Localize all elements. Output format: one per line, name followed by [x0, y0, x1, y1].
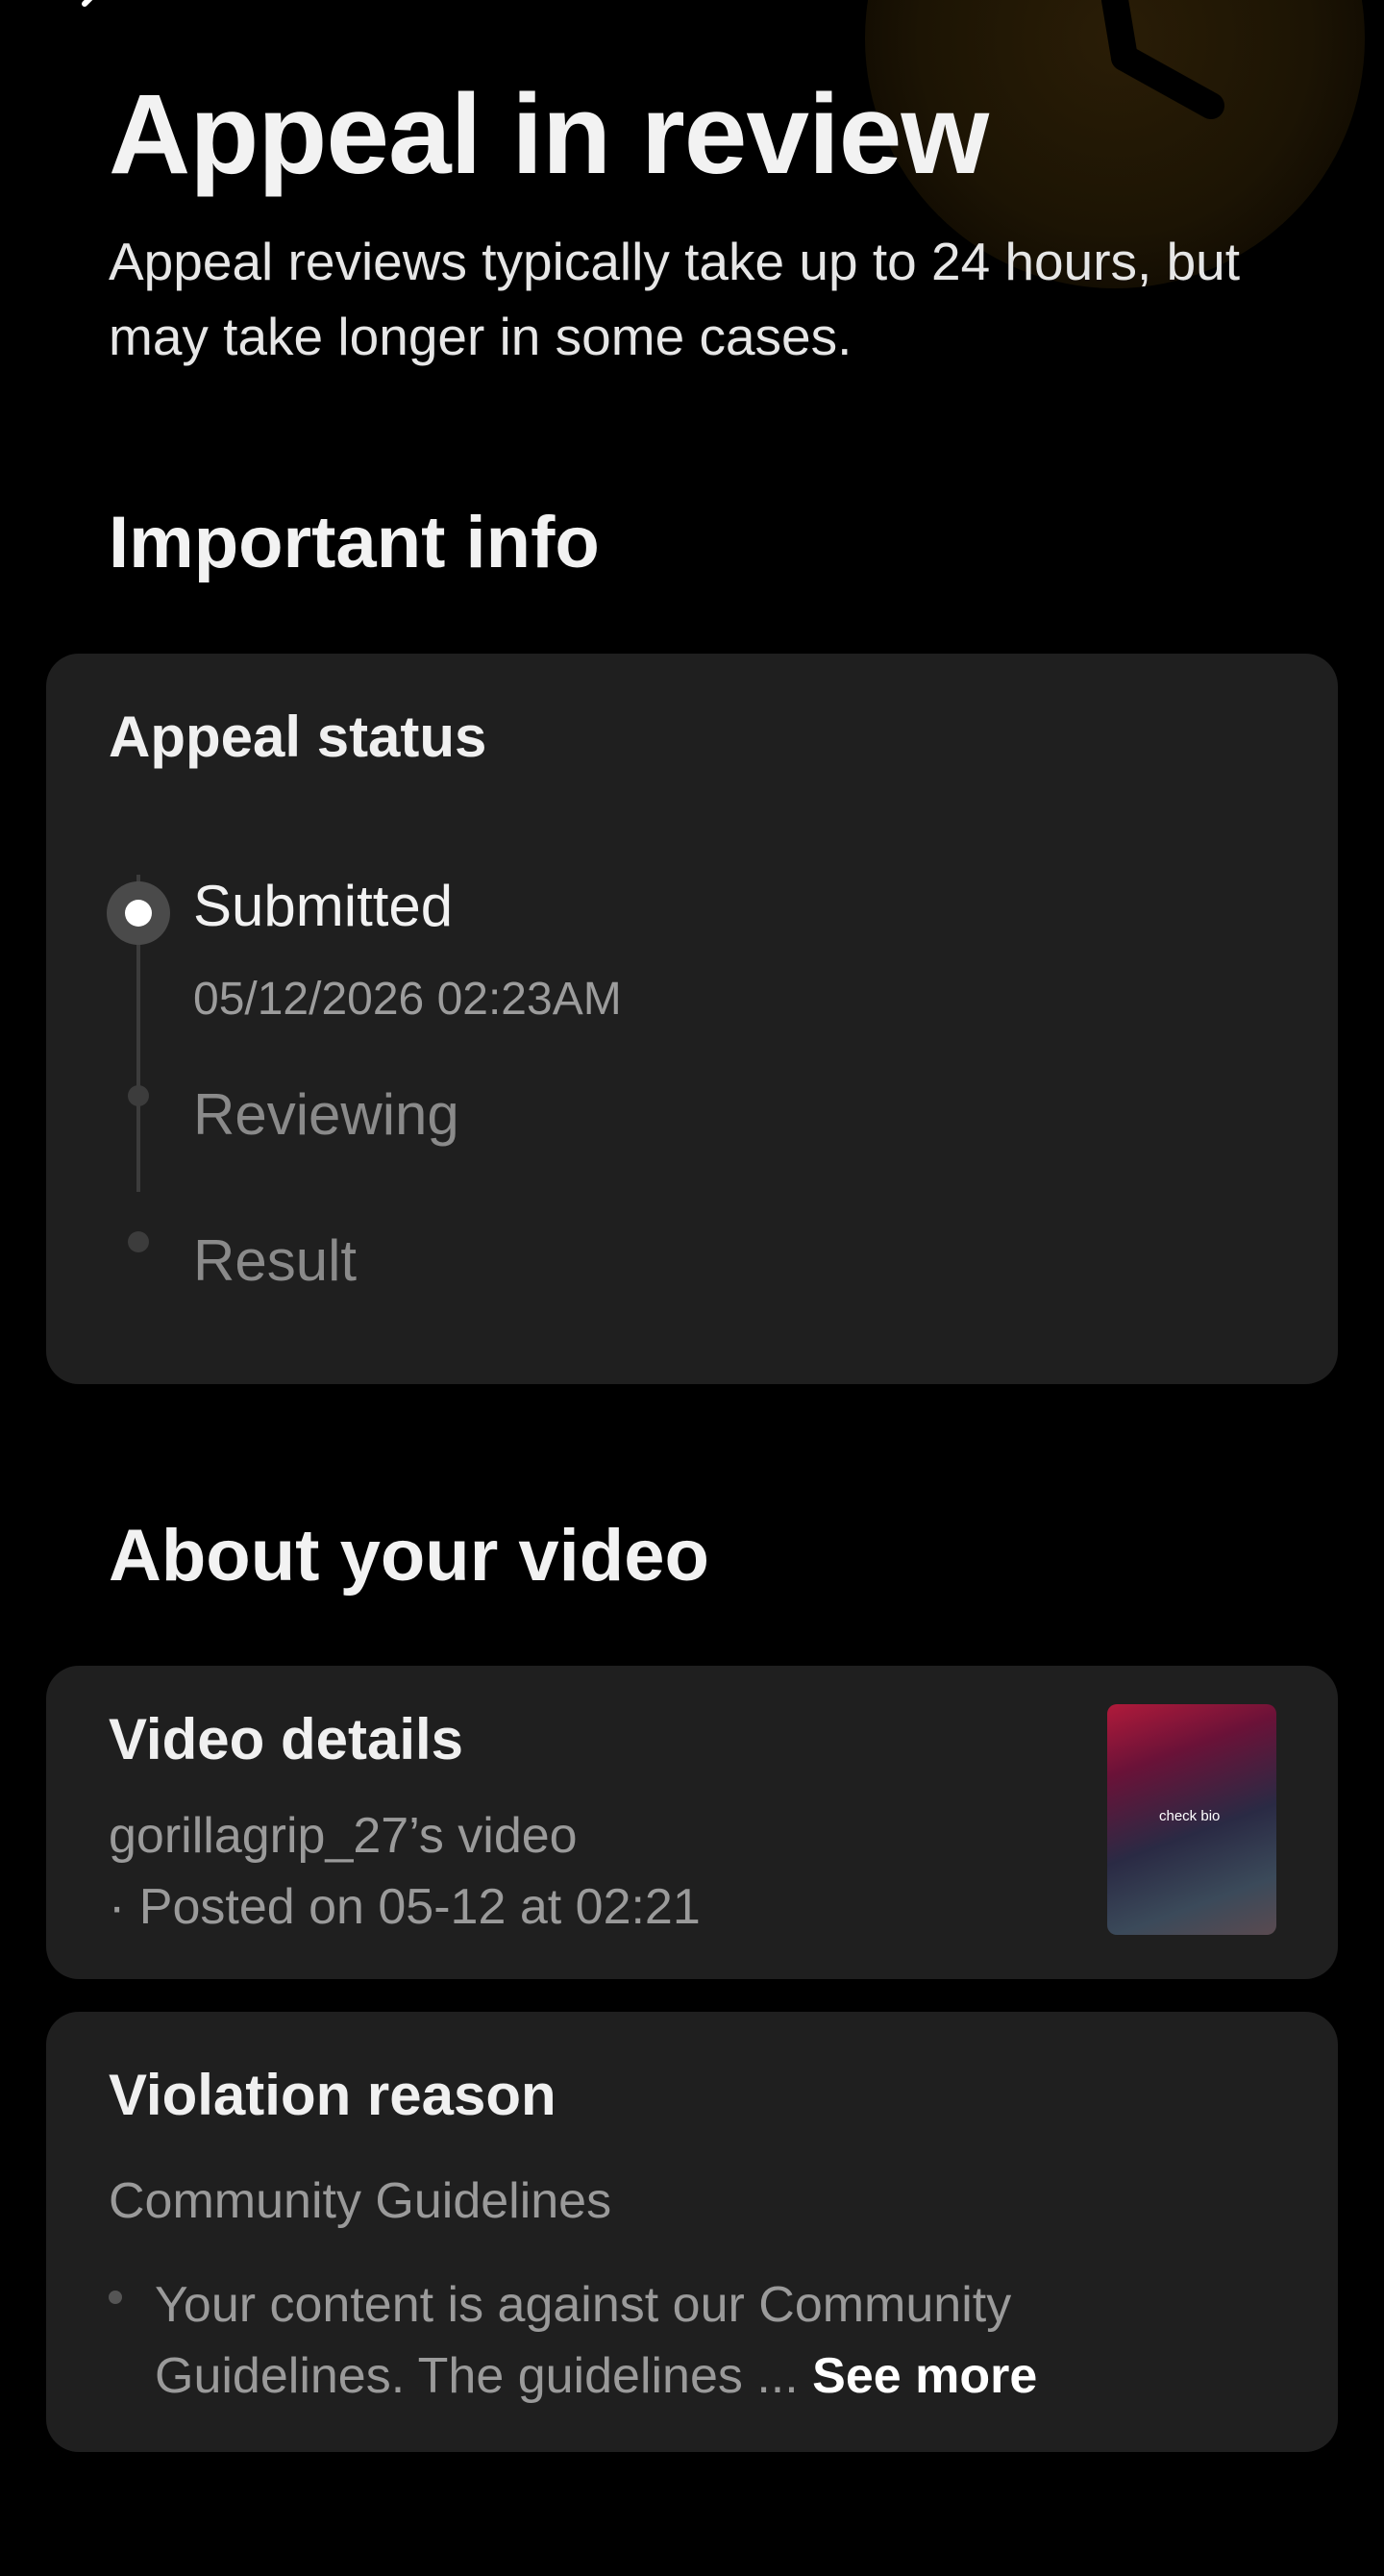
- violation-category: Community Guidelines: [109, 2173, 612, 2229]
- step-submitted-dot: [107, 881, 170, 945]
- back-chevron-icon[interactable]: [67, 0, 125, 38]
- video-posted-date: · Posted on 05-12 at 02:21: [109, 1879, 701, 1935]
- see-more-link[interactable]: See more: [812, 2348, 1037, 2404]
- page-subtitle: Appeal reviews typically take up to 24 h…: [109, 232, 1241, 366]
- violation-reason-title: Violation reason: [109, 2063, 556, 2127]
- video-owner: gorillagrip_27’s video: [109, 1808, 578, 1864]
- page-title: Appeal in review: [109, 71, 989, 198]
- step-submitted-time: 05/12/2026 02:23AM: [193, 974, 622, 1025]
- violation-reason-card: Violation reason Community Guidelines Yo…: [46, 2012, 1338, 2452]
- video-details-title: Video details: [109, 1707, 464, 1771]
- bullet-dot: [109, 2291, 122, 2304]
- step-result-dot: [128, 1231, 149, 1252]
- violation-description-block: Your content is against our Community Gu…: [155, 2269, 1212, 2412]
- video-details-card[interactable]: Video details gorillagrip_27’s video · P…: [46, 1666, 1338, 1979]
- about-video-heading: About your video: [109, 1515, 709, 1597]
- step-reviewing-dot: [128, 1085, 149, 1106]
- thumbnail-caption: check bio: [1159, 1808, 1221, 1824]
- step-result-label: Result: [193, 1228, 358, 1293]
- step-submitted-label: Submitted: [193, 874, 454, 938]
- important-info-heading: Important info: [109, 502, 600, 583]
- appeal-status-title: Appeal status: [109, 705, 487, 769]
- step-reviewing-label: Reviewing: [193, 1082, 459, 1147]
- appeal-status-card: Appeal status Submitted 05/12/2026 02:23…: [46, 654, 1338, 1384]
- video-thumbnail[interactable]: check bio: [1107, 1704, 1276, 1935]
